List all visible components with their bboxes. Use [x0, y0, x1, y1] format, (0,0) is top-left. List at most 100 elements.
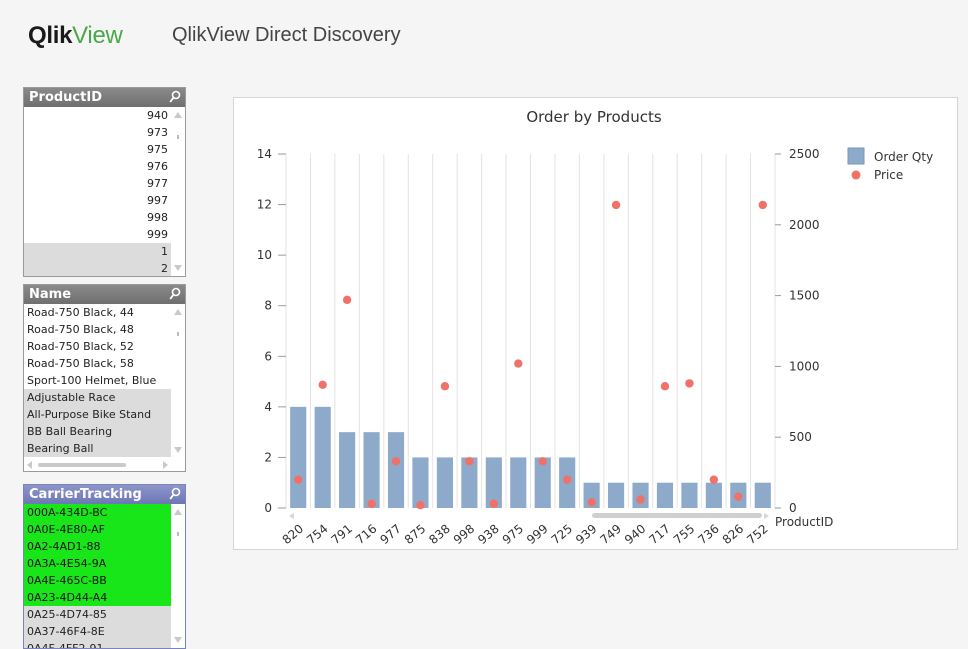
x-axis-tick-label: 977 — [377, 522, 404, 547]
list-item[interactable]: Adjustable Race — [24, 389, 171, 406]
list-item[interactable]: 1 — [24, 243, 171, 260]
data-point — [734, 492, 743, 501]
list-item[interactable]: 976 — [24, 158, 171, 175]
list-item[interactable]: 0A25-4D74-85 — [24, 606, 171, 623]
x-axis-tick-label: 999 — [524, 522, 551, 547]
data-point — [758, 200, 767, 210]
list-item[interactable]: Road-750 Black, 44 — [24, 304, 171, 321]
right-axis-tick-label: 1000 — [789, 359, 820, 373]
bar — [608, 482, 625, 508]
data-point — [367, 499, 376, 508]
x-axis-tick-label: 755 — [671, 522, 698, 547]
bar — [339, 432, 356, 508]
scroll-thumb[interactable] — [38, 463, 126, 467]
legend-label-price: Price — [874, 168, 903, 182]
search-icon[interactable] — [169, 90, 181, 104]
list-item[interactable]: 998 — [24, 209, 171, 226]
left-axis-tick-label: 6 — [264, 349, 272, 363]
name-listbox[interactable]: Name Road-750 Black, 44 Road-750 Black, 4… — [23, 284, 186, 472]
right-axis-tick-label: 1500 — [789, 289, 820, 303]
productid-listbox[interactable]: ProductID 940 973 975 976 977 997 998 999 1 2 — [23, 87, 186, 277]
productid-scrollbar[interactable] — [171, 107, 185, 276]
data-point — [660, 382, 670, 391]
scroll-left-icon[interactable] — [289, 513, 294, 519]
data-point — [465, 457, 474, 466]
list-item[interactable]: BB Ball Bearing — [24, 423, 171, 440]
scroll-down-icon[interactable] — [174, 637, 182, 643]
data-point — [342, 295, 352, 305]
list-item[interactable]: Sport-100 Helmet, Blue — [24, 372, 171, 389]
scroll-up-icon[interactable] — [174, 509, 182, 515]
x-axis-tick-label: 754 — [304, 522, 331, 547]
bar — [412, 457, 429, 508]
list-item[interactable]: Road-750 Black, 58 — [24, 355, 171, 372]
list-item[interactable]: 2 — [24, 260, 171, 276]
list-item[interactable]: 977 — [24, 175, 171, 192]
x-axis-label: ProductID — [775, 515, 833, 529]
scroll-down-icon[interactable] — [174, 265, 182, 271]
scroll-left-icon[interactable] — [27, 461, 32, 469]
bar — [510, 457, 527, 508]
x-axis-tick-label: 875 — [402, 522, 429, 547]
list-item[interactable]: 0A0E-4E80-AF — [24, 521, 171, 538]
x-axis-tick-label: 716 — [353, 522, 380, 547]
legend-swatch-price — [851, 170, 861, 180]
bar — [363, 432, 380, 508]
carriertracking-listbox-caption[interactable]: CarrierTracking — [24, 485, 185, 504]
scroll-right-icon[interactable] — [764, 513, 769, 519]
scroll-right-icon[interactable] — [163, 461, 168, 469]
data-point — [416, 500, 425, 510]
order-by-products-chart[interactable]: Order by Products 0 2 4 6 8 10 12 14 0 500 1000 150… — [233, 97, 958, 550]
data-point — [440, 382, 450, 391]
data-point — [587, 498, 596, 507]
list-item[interactable]: Road-750 Black, 48 — [24, 321, 171, 338]
list-item[interactable]: 973 — [24, 124, 171, 141]
productid-list: 940 973 975 976 977 997 998 999 1 2 — [24, 107, 171, 276]
x-axis-tick-label: 717 — [646, 522, 673, 547]
list-item[interactable]: Road-750 Black, 52 — [24, 338, 171, 355]
scroll-up-icon[interactable] — [174, 112, 182, 118]
list-item[interactable]: 999 — [24, 226, 171, 243]
name-scrollbar[interactable] — [171, 304, 185, 458]
carriertracking-scrollbar[interactable] — [171, 504, 185, 648]
scroll-thumb[interactable] — [177, 532, 179, 536]
list-item[interactable]: 0A3A-4E54-9A — [24, 555, 171, 572]
bar — [290, 406, 307, 508]
search-icon[interactable] — [169, 487, 181, 501]
name-hscrollbar[interactable] — [24, 458, 171, 471]
data-point — [514, 359, 523, 368]
list-item[interactable]: 0A23-4D44-A4 — [24, 589, 171, 606]
left-axis-tick-label: 0 — [264, 501, 272, 515]
list-item[interactable]: 940 — [24, 107, 171, 124]
list-item[interactable]: 0A4E-465C-BB — [24, 572, 171, 589]
x-axis-tick-label: 938 — [475, 522, 502, 547]
x-axis-tick-label: 826 — [720, 522, 747, 547]
name-caption-label: Name — [29, 287, 72, 302]
carriertracking-caption-label: CarrierTracking — [29, 487, 142, 502]
list-item[interactable]: Bearing Ball — [24, 440, 171, 457]
scroll-down-icon[interactable] — [174, 447, 182, 453]
scroll-up-icon[interactable] — [174, 309, 182, 315]
scroll-thumb[interactable] — [177, 135, 179, 139]
list-item[interactable]: 000A-434D-BC — [24, 504, 171, 521]
name-listbox-caption[interactable]: Name — [24, 285, 185, 304]
bar — [681, 482, 698, 508]
productid-listbox-caption[interactable]: ProductID — [24, 88, 185, 107]
list-item[interactable]: 0A2-4AD1-88 — [24, 538, 171, 555]
legend-swatch-order-qty — [847, 147, 865, 165]
chart-hscrollbar[interactable] — [289, 513, 769, 519]
list-item[interactable]: All-Purpose Bike Stand — [24, 406, 171, 423]
list-item[interactable]: 0A37-46F4-8E — [24, 623, 171, 640]
list-item[interactable]: 975 — [24, 141, 171, 158]
chart-scroll-thumb[interactable] — [592, 513, 762, 518]
list-item[interactable]: 0A4F-4FF2-91 — [24, 640, 171, 648]
chart-title: Order by Products — [526, 108, 662, 126]
carriertracking-listbox[interactable]: CarrierTracking 000A-434D-BC 0A0E-4E80-AF… — [23, 484, 186, 649]
list-item[interactable]: 997 — [24, 192, 171, 209]
app-header: QlikView QlikView Direct Discovery — [0, 0, 968, 70]
search-icon[interactable] — [169, 287, 181, 301]
right-axis-tick-label: 2000 — [789, 218, 820, 232]
data-point — [611, 200, 621, 210]
scroll-thumb[interactable] — [177, 332, 179, 336]
data-point — [562, 475, 572, 484]
